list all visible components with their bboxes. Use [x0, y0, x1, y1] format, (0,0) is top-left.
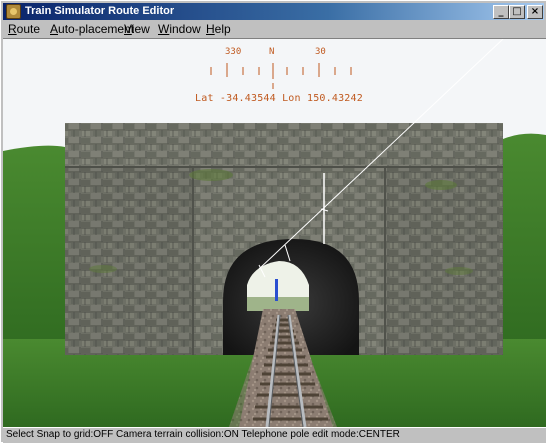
- menu-auto-placement[interactable]: Auto-placement: [50, 22, 134, 36]
- close-icon[interactable]: ×: [527, 5, 543, 19]
- menu-help[interactable]: Help: [206, 22, 231, 36]
- compass-ticks: [210, 63, 352, 89]
- compass-hud: 330 N 30 Lat -34.43544 Lon 150.43242: [191, 47, 371, 107]
- title-bar[interactable]: Train Simulator Route Editor _ □ ×: [3, 3, 544, 20]
- maximize-icon[interactable]: □: [509, 5, 525, 19]
- menu-view[interactable]: View: [124, 22, 150, 36]
- minimize-icon[interactable]: _: [493, 5, 509, 19]
- lat-lon-readout: Lat -34.43544 Lon 150.43242: [195, 93, 363, 104]
- menu-bar: Route Auto-placement View Window Help: [3, 20, 544, 38]
- menu-route[interactable]: Route: [8, 22, 40, 36]
- 3d-viewport[interactable]: 330 N 30 Lat -34.43544 Lon 150.43242: [3, 38, 546, 427]
- status-text: Select Snap to grid:OFF Camera terrain c…: [6, 429, 400, 440]
- route-editor-window: Train Simulator Route Editor _ □ × Route…: [0, 0, 547, 443]
- menu-window[interactable]: Window: [158, 22, 201, 36]
- window-title: Train Simulator Route Editor: [25, 5, 175, 17]
- status-bar: Select Snap to grid:OFF Camera terrain c…: [3, 427, 546, 443]
- train-app-icon[interactable]: [6, 4, 21, 19]
